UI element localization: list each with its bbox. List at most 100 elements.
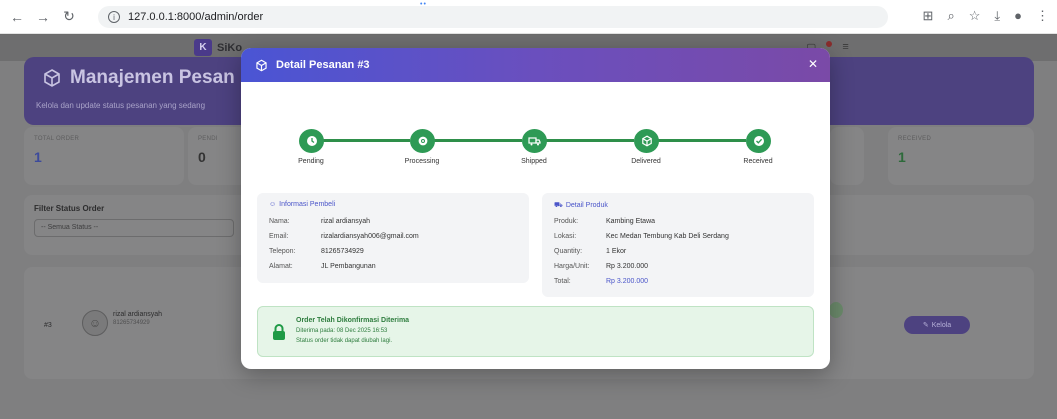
status-indicator bbox=[829, 302, 843, 318]
buyer-address-row: Alamat: JL Pembangunan bbox=[269, 263, 376, 270]
field-value: Kec Medan Tembung Kab Deli Serdang bbox=[606, 233, 729, 240]
brand[interactable]: K SiKo bbox=[194, 39, 242, 56]
box-icon bbox=[256, 59, 267, 71]
kelola-button[interactable]: ✎ Kelola bbox=[904, 316, 970, 334]
alert-received-at: Diterima pada: 08 Dec 2025 16:53 bbox=[296, 328, 388, 334]
cart-icon: ⛟ bbox=[554, 202, 563, 209]
product-price-row: Harga/Unit: Rp 3.200.000 bbox=[554, 263, 648, 270]
field-value: Rp 3.200.000 bbox=[606, 263, 649, 270]
reload-icon[interactable]: ↻ bbox=[58, 6, 80, 28]
box-icon bbox=[44, 69, 60, 87]
field-value: Kambing Etawa bbox=[606, 218, 656, 225]
field-value: JL Pembangunan bbox=[321, 263, 376, 270]
field-label: Produk: bbox=[554, 218, 579, 225]
order-detail-modal: Detail Pesanan #3 ✕ Pending Processing S… bbox=[241, 48, 830, 369]
customer-phone: 81265734929 bbox=[113, 320, 150, 326]
step-processing bbox=[410, 129, 435, 153]
step-received bbox=[746, 129, 771, 153]
stat-label: RECEIVED bbox=[898, 136, 932, 142]
step-connector bbox=[645, 139, 746, 142]
stat-card-total: TOTAL ORDER 1 bbox=[24, 127, 184, 185]
close-icon[interactable]: ✕ bbox=[808, 58, 818, 70]
product-quantity-row: Quantity: 1 Ekor bbox=[554, 248, 626, 255]
product-info-card: ⛟ Detail Produk Produk: Kambing Etawa Lok… bbox=[542, 193, 814, 297]
step-shipped bbox=[522, 129, 547, 153]
stat-value: 1 bbox=[898, 149, 906, 165]
buyer-info-card: ☺ Informasi Pembeli Nama: rizal ardiansya… bbox=[257, 193, 529, 283]
field-value: 81265734929 bbox=[321, 248, 364, 255]
product-total-row: Total: Rp 3.200.000 bbox=[554, 278, 648, 285]
field-value: Rp 3.200.000 bbox=[606, 278, 649, 285]
customer-name: rizal ardiansyah bbox=[113, 311, 163, 318]
alert-note: Status order tidak dapat diubah lagi. bbox=[296, 338, 393, 344]
buyer-phone-row: Telepon: 81265734929 bbox=[269, 248, 364, 255]
url-text: 127.0.0.1:8000/admin/order bbox=[128, 11, 264, 23]
page-subtitle: Kelola dan update status pesanan yang se… bbox=[36, 101, 206, 110]
lock-icon bbox=[273, 324, 285, 340]
buyer-name-row: Nama: rizal ardiansyah bbox=[269, 218, 370, 225]
stat-value: 1 bbox=[34, 149, 42, 165]
field-label: Total: bbox=[554, 278, 571, 285]
forward-icon[interactable]: → bbox=[32, 6, 54, 28]
box-icon bbox=[641, 135, 652, 147]
step-connector bbox=[421, 139, 522, 142]
check-icon bbox=[753, 136, 764, 146]
profile-icon[interactable]: ● bbox=[1014, 8, 1022, 24]
order-id: #3 bbox=[44, 322, 52, 329]
brand-logo: K bbox=[194, 39, 212, 56]
filter-label: Filter Status Order bbox=[34, 204, 105, 213]
stat-card-delivered bbox=[830, 127, 864, 185]
product-info-title: ⛟ Detail Produk bbox=[554, 201, 608, 210]
field-value: rizalardiansyah006@gmail.com bbox=[321, 233, 419, 240]
user-icon: ☺ bbox=[269, 201, 277, 208]
field-label: Lokasi: bbox=[554, 233, 577, 240]
zoom-icon[interactable]: ⌕ bbox=[947, 8, 954, 24]
product-info-label: Detail Produk bbox=[565, 202, 608, 209]
step-label: Delivered bbox=[631, 158, 661, 165]
edit-icon: ✎ bbox=[922, 322, 929, 329]
product-location-row: Lokasi: Kec Medan Tembung Kab Deli Serdan… bbox=[554, 233, 729, 240]
field-label: Harga/Unit: bbox=[554, 263, 590, 270]
step-label: Shipped bbox=[521, 158, 547, 165]
notification-dot bbox=[826, 41, 833, 47]
product-name-row: Produk: Kambing Etawa bbox=[554, 218, 655, 225]
step-label: Processing bbox=[404, 158, 440, 165]
gear-icon bbox=[418, 136, 427, 146]
buyer-info-title: ☺ Informasi Pembeli bbox=[269, 201, 335, 208]
step-pending bbox=[299, 129, 324, 153]
translate-icon[interactable]: ⊞ bbox=[923, 8, 934, 24]
step-label: Pending bbox=[298, 158, 324, 165]
browser-toolbar: ← → ↻ i 127.0.0.1:8000/admin/order •• ⊞ … bbox=[0, 0, 1057, 34]
stat-card-pending: PENDI 0 bbox=[188, 127, 248, 185]
step-delivered bbox=[634, 129, 659, 153]
field-label: Quantity: bbox=[554, 248, 583, 255]
download-icon[interactable]: ⤓ bbox=[994, 8, 1000, 24]
field-value: rizal ardiansyah bbox=[321, 218, 371, 225]
stat-label: TOTAL ORDER bbox=[34, 136, 80, 142]
site-info-icon[interactable]: i bbox=[108, 11, 120, 23]
modal-header: Detail Pesanan #3 ✕ bbox=[241, 48, 830, 82]
step-label: Received bbox=[743, 158, 773, 165]
stat-card-received: RECEIVED 1 bbox=[888, 127, 1034, 185]
hamburger-icon[interactable]: ≡ bbox=[842, 41, 848, 54]
field-label: Email: bbox=[269, 233, 289, 240]
menu-icon[interactable]: ⋮ bbox=[1036, 8, 1049, 24]
brand-name: SiKo bbox=[217, 41, 243, 54]
stat-label: PENDI bbox=[198, 136, 218, 142]
step-connector bbox=[309, 139, 410, 142]
clock-icon bbox=[306, 136, 317, 146]
buyer-info-label: Informasi Pembeli bbox=[279, 201, 336, 208]
extension-indicator: •• bbox=[420, 1, 427, 8]
order-confirmed-alert: Order Telah Dikonfirmasi Diterima Diteri… bbox=[257, 306, 814, 357]
kelola-label: Kelola bbox=[931, 321, 952, 329]
modal-title: Detail Pesanan #3 bbox=[276, 59, 370, 71]
step-connector bbox=[533, 139, 634, 142]
bookmark-star-icon[interactable]: ☆ bbox=[969, 8, 981, 24]
field-label: Telepon: bbox=[269, 248, 296, 255]
back-icon[interactable]: ← bbox=[6, 6, 28, 28]
page-title: Manajemen Pesan bbox=[70, 67, 235, 88]
field-label: Alamat: bbox=[269, 263, 293, 270]
status-filter-select[interactable]: -- Semua Status -- bbox=[34, 219, 234, 237]
alert-title: Order Telah Dikonfirmasi Diterima bbox=[296, 317, 410, 324]
address-bar[interactable]: i 127.0.0.1:8000/admin/order bbox=[98, 6, 888, 28]
